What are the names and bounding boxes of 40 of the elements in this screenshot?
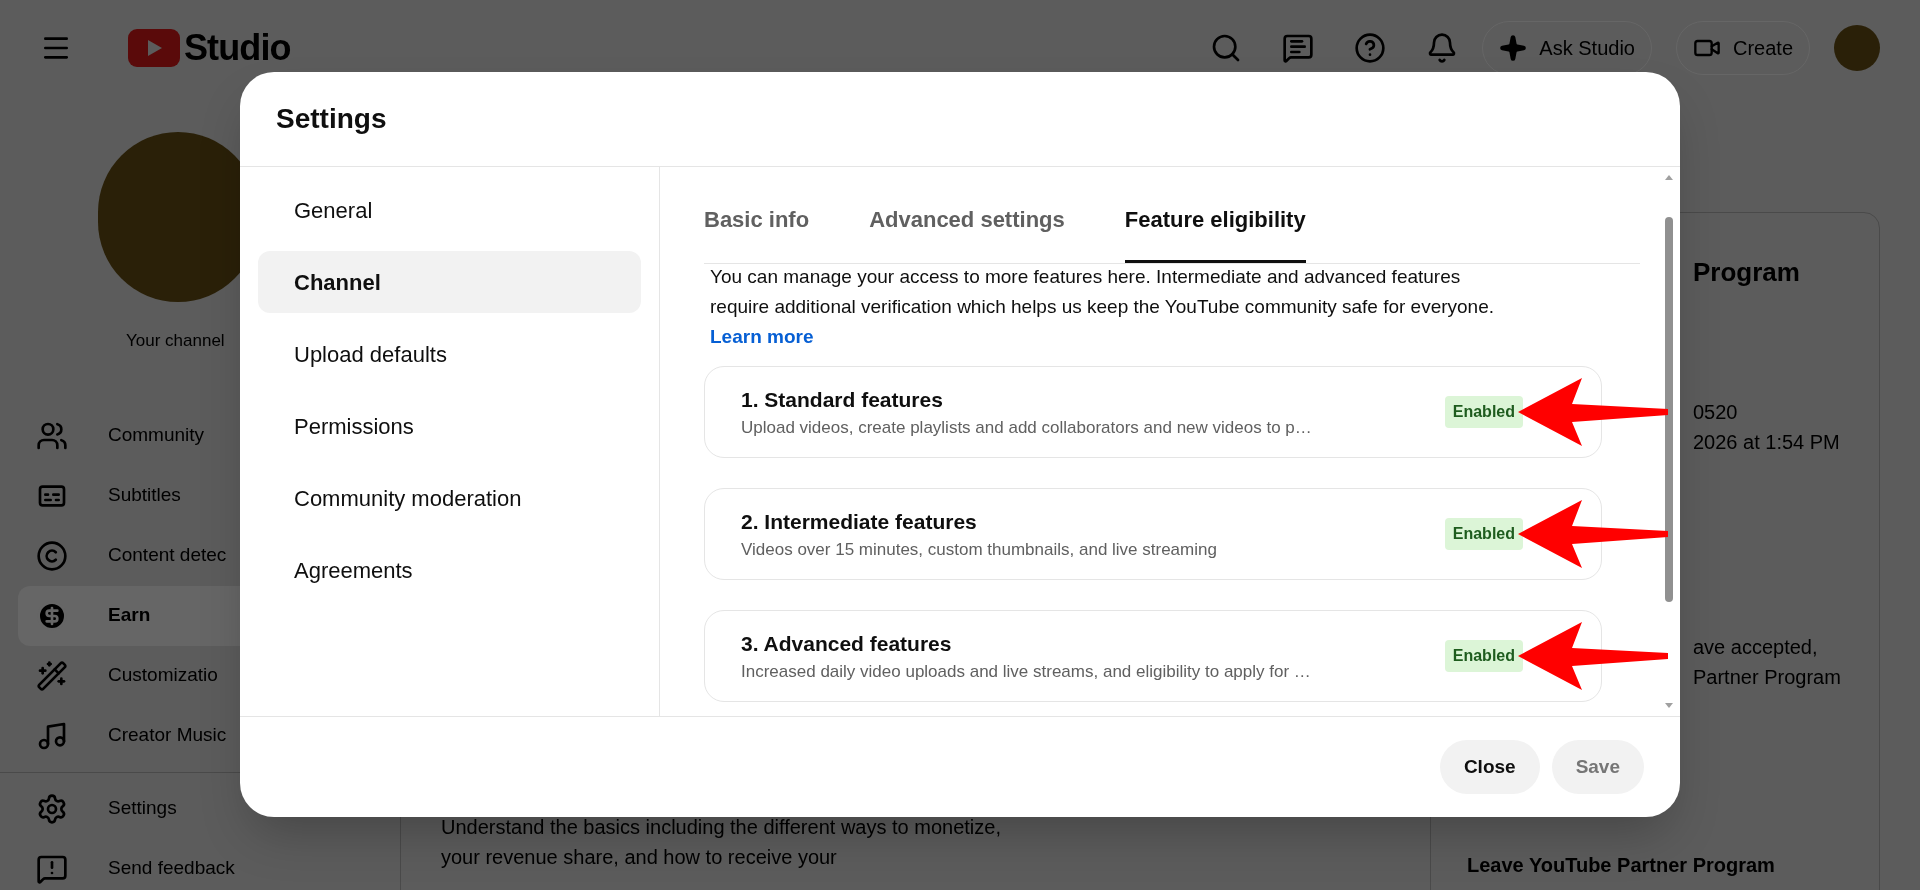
status-badge: Enabled <box>1444 640 1523 672</box>
info-line: 2026 at 1:54 PM <box>1693 430 1841 455</box>
settings-nav-item[interactable]: Upload defaults <box>258 323 641 385</box>
learn-more-link[interactable]: Learn more <box>710 326 814 347</box>
feature-title: 1. Standard features <box>741 386 944 413</box>
tab[interactable]: Feature eligibility <box>1124 199 1306 263</box>
tab[interactable]: Advanced settings <box>869 199 1065 263</box>
settings-nav-item[interactable]: General <box>258 179 641 241</box>
help-icon[interactable] <box>1354 32 1387 64</box>
dialog-button[interactable]: Close <box>1439 740 1540 794</box>
feature-description: Videos over 15 minutes, custom thumbnails, and live streaming <box>741 539 1218 561</box>
chat-icon[interactable] <box>1282 32 1315 64</box>
note-line: ave accepted, <box>1693 635 1819 660</box>
status-badge: Enabled <box>1444 518 1523 550</box>
note-line: Partner Program <box>1693 665 1842 690</box>
dialog-title: Settings <box>276 102 387 136</box>
feature-description: Upload videos, create playlists and add collaborators and new videos to p… <box>741 417 1313 439</box>
scroll-down-icon[interactable] <box>1664 702 1674 710</box>
status-badge: Enabled <box>1444 396 1523 428</box>
play-logo-icon <box>128 29 180 67</box>
intro-text: You can manage your access to more features here. Intermediate and advanced features require additional verification which helps us keep the YouTube community safe for everyone. Learn more <box>710 265 1496 349</box>
description-text: Understand the basics including the different ways to monetize, your revenue share, and how to receive your <box>441 815 1001 870</box>
magic-wand-icon <box>36 659 68 692</box>
settings-nav-item[interactable]: Permissions <box>258 395 641 457</box>
feature-description: Increased daily video uploads and live streams, and eligibility to apply for … <box>741 661 1312 683</box>
settings-icon <box>36 792 68 825</box>
tab[interactable]: Basic info <box>704 199 810 263</box>
feature-title: 2. Intermediate features <box>741 508 978 535</box>
copyright-icon <box>36 539 68 572</box>
sparkle-icon <box>1499 34 1528 62</box>
avatar[interactable] <box>1834 25 1880 71</box>
panel-title: Program <box>1693 256 1801 289</box>
channel-label: Your channel <box>126 330 225 352</box>
scroll-up-icon[interactable] <box>1664 173 1674 181</box>
scrollbar-thumb[interactable] <box>1665 217 1673 602</box>
settings-nav-item[interactable]: Community moderation <box>258 467 641 529</box>
settings-nav-item[interactable]: Channel <box>258 251 641 313</box>
info-line: 0520 <box>1693 400 1739 425</box>
logo-text: Studio <box>184 26 291 70</box>
feature-title: 3. Advanced features <box>741 630 953 657</box>
